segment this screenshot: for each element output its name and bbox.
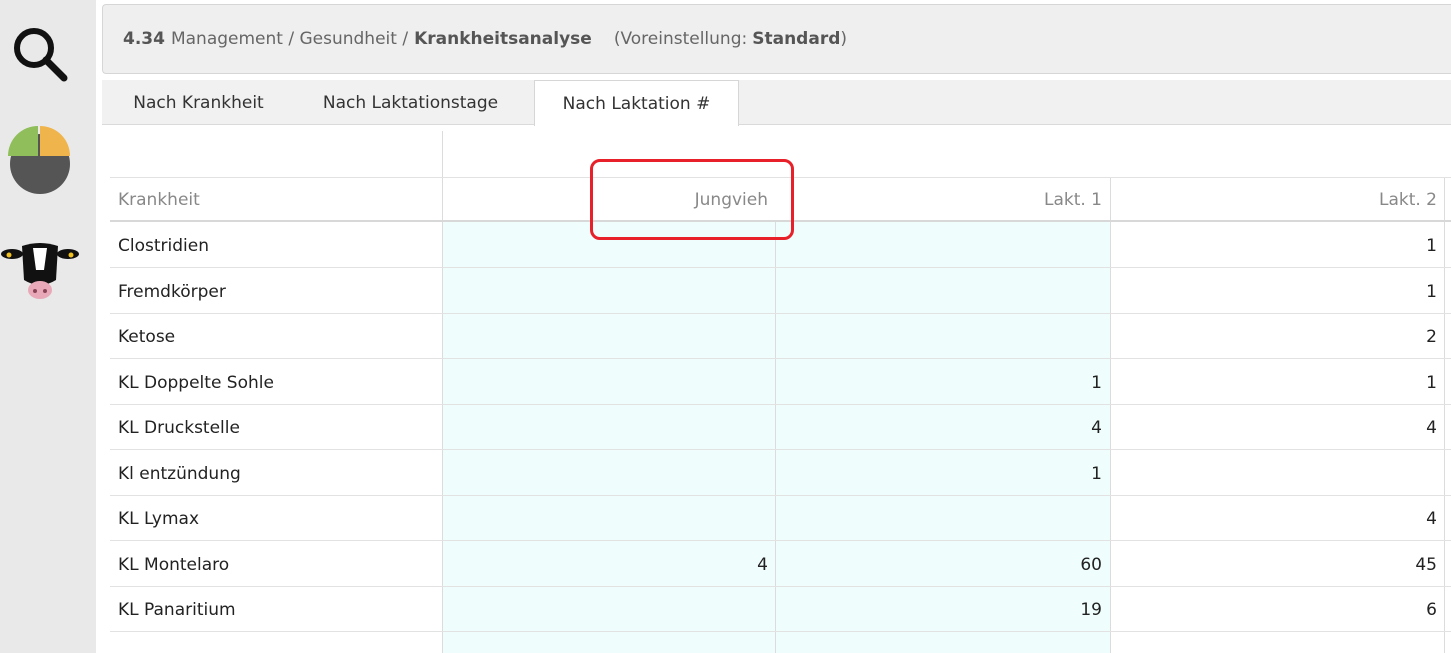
- header-lakt-2[interactable]: Lakt. 2: [1120, 177, 1437, 222]
- tab-nach-krankheit[interactable]: Nach Krankheit: [102, 80, 295, 125]
- row-lakt-2-value: 4: [1426, 508, 1437, 529]
- row-jungvieh-value: [450, 269, 768, 314]
- breadcrumb-current: Krankheitsanalyse: [414, 29, 592, 49]
- row-disease-name: Clostridien: [118, 235, 209, 256]
- search-icon[interactable]: [0, 22, 80, 86]
- table-header-row: Krankheit Jungvieh Lakt. 1 Lakt. 2: [110, 177, 1451, 222]
- table-row: KL Druckstelle 4 4: [110, 405, 1451, 450]
- cow-icon[interactable]: [0, 240, 80, 304]
- row-jungvieh-value: [450, 587, 768, 632]
- breadcrumb-path: Management / Gesundheit /: [170, 29, 409, 49]
- main-panel: 4.34 Management / Gesundheit / Krankheit…: [100, 0, 1451, 653]
- row-lakt-1-value: 1: [1091, 372, 1102, 393]
- tab-nach-laktation[interactable]: Nach Laktation #: [534, 80, 739, 126]
- row-jungvieh-value: 4: [757, 554, 768, 575]
- tab-nach-laktationstage[interactable]: Nach Laktationstage: [297, 80, 524, 125]
- row-lakt-1-value: [785, 314, 1102, 359]
- preset-suffix: ): [840, 29, 848, 49]
- row-lakt-1-value: 60: [1080, 554, 1102, 575]
- row-disease-name: Kl entzündung: [118, 463, 241, 484]
- row-disease-name: KL Panaritium: [118, 599, 236, 620]
- header-lakt-1[interactable]: Lakt. 1: [785, 177, 1102, 222]
- breadcrumb-code: 4.34: [123, 29, 165, 49]
- row-jungvieh-value: [450, 405, 768, 450]
- row-lakt-1-value: [785, 269, 1102, 314]
- table-row: KL Montelaro 4 60 45: [110, 542, 1451, 587]
- row-disease-name: KL Druckstelle: [118, 417, 240, 438]
- row-lakt-1-value: 4: [1091, 417, 1102, 438]
- table-row: Fremdkörper 1: [110, 269, 1451, 314]
- row-disease-name: Ketose: [118, 326, 176, 347]
- row-lakt-1-value: [785, 496, 1102, 541]
- row-disease-name: KL Doppelte Sohle: [118, 372, 274, 393]
- table-row: Clostridien 1: [110, 223, 1451, 268]
- row-lakt-2-value: 6: [1426, 599, 1437, 620]
- row-lakt-2-value: 45: [1415, 554, 1437, 575]
- row-lakt-2-value: [1120, 451, 1437, 496]
- header-jungvieh[interactable]: Jungvieh: [450, 177, 768, 222]
- row-lakt-1-value: 19: [1080, 599, 1102, 620]
- row-lakt-2-value: 4: [1426, 417, 1437, 438]
- tab-bar: Nach Krankheit Nach Laktationstage Nach …: [102, 80, 1451, 126]
- row-jungvieh-value: [450, 314, 768, 359]
- disease-table: Krankheit Jungvieh Lakt. 1 Lakt. 2 Clost…: [100, 125, 1451, 653]
- row-disease-name: KL Montelaro: [118, 554, 230, 575]
- row-jungvieh-value: [450, 451, 768, 496]
- table-row: Ketose 2: [110, 314, 1451, 359]
- row-jungvieh-value: [450, 496, 768, 541]
- pie-chart-icon[interactable]: [0, 124, 80, 196]
- row-jungvieh-value: [450, 223, 768, 268]
- row-disease-name: KL Lymax: [118, 508, 200, 529]
- header-krankheit[interactable]: Krankheit: [118, 177, 200, 222]
- sidebar: [0, 0, 96, 653]
- row-jungvieh-value: [450, 360, 768, 405]
- row-lakt-1-value: [785, 223, 1102, 268]
- row-lakt-2-value: 1: [1426, 372, 1437, 393]
- row-disease-name: Fremdkörper: [118, 281, 226, 302]
- table-row: KL Lymax 4: [110, 496, 1451, 541]
- preset-prefix: (Voreinstellung:: [613, 29, 748, 49]
- table-row: Kl entzündung 1: [110, 451, 1451, 496]
- row-lakt-1-value: 1: [1091, 463, 1102, 484]
- row-lakt-2-value: 2: [1426, 326, 1437, 347]
- row-lakt-2-value: 1: [1426, 281, 1437, 302]
- table-row: KL Doppelte Sohle 1 1: [110, 360, 1451, 405]
- breadcrumb: 4.34 Management / Gesundheit / Krankheit…: [102, 4, 1451, 74]
- preset-value: Standard: [752, 29, 841, 49]
- table-row: KL Panaritium 19 6: [110, 587, 1451, 632]
- row-lakt-2-value: 1: [1426, 235, 1437, 256]
